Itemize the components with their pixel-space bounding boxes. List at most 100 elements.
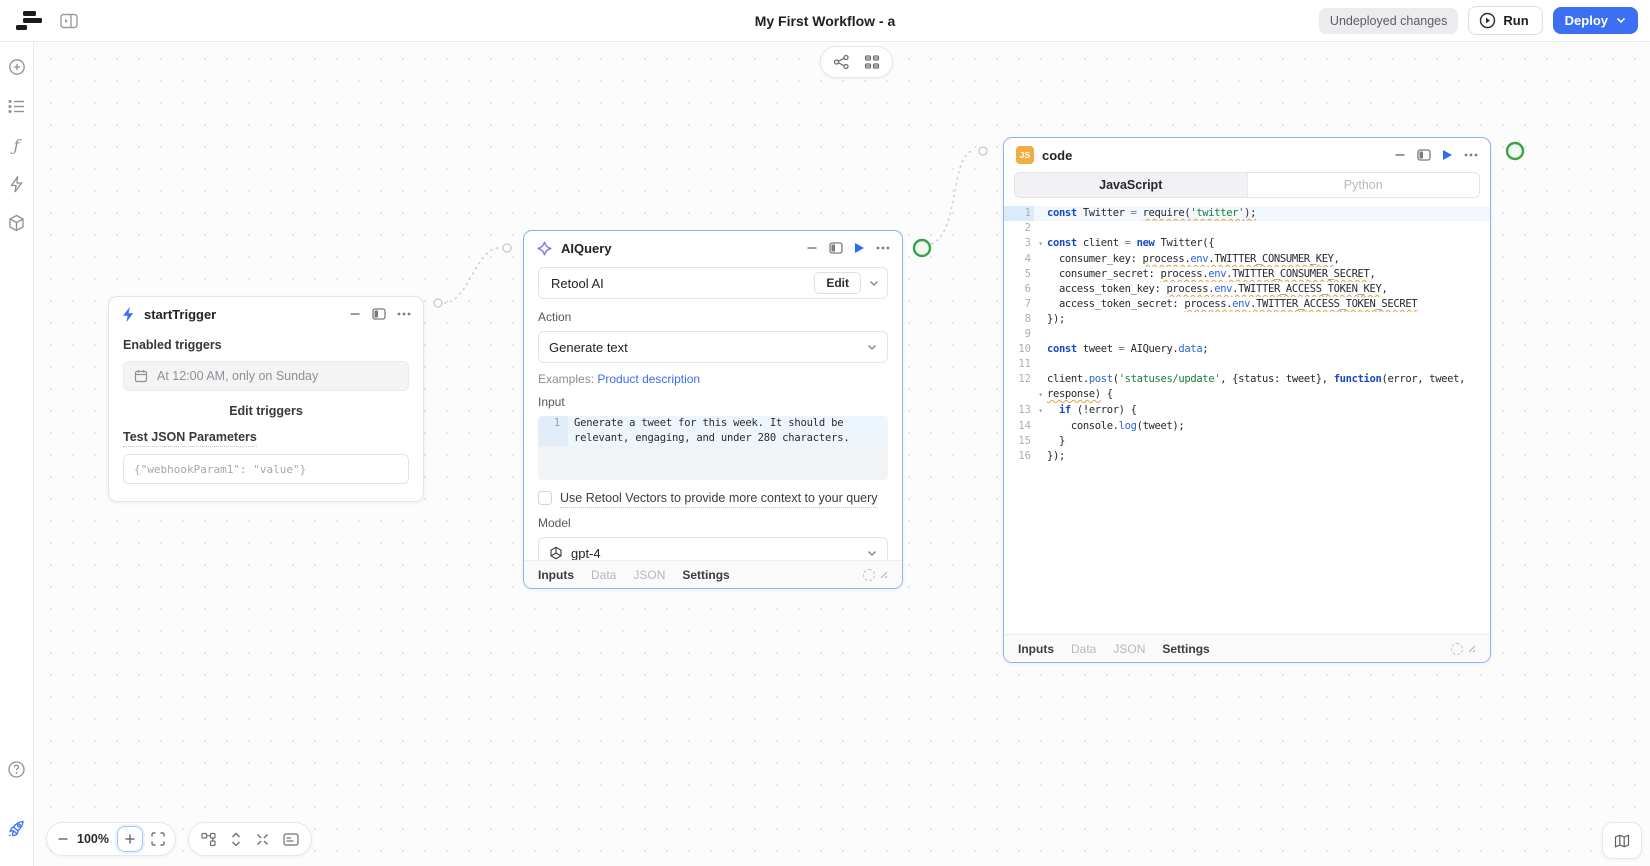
- tab-data[interactable]: Data: [591, 568, 616, 582]
- code-line[interactable]: 5 consumer_secret: process.env.TWITTER_C…: [1004, 267, 1490, 282]
- fold-gutter: [1034, 297, 1047, 312]
- rocket-icon[interactable]: [4, 815, 30, 841]
- node-code[interactable]: JS code JavaScript Python 1const Twitter…: [1003, 137, 1491, 663]
- vectors-checkbox[interactable]: [538, 491, 552, 505]
- fold-gutter: [1034, 419, 1047, 434]
- resize-grip-icon[interactable]: [1467, 644, 1476, 653]
- code-line[interactable]: 12client.post('statuses/update', {status…: [1004, 372, 1490, 387]
- code-text: [1047, 221, 1490, 236]
- expand-all-icon[interactable]: [230, 832, 242, 847]
- code-line[interactable]: 3▾const client = new Twitter({: [1004, 236, 1490, 252]
- line-number: 12: [1004, 372, 1034, 387]
- node-header[interactable]: startTrigger: [109, 297, 423, 331]
- code-line[interactable]: 1const Twitter = require('twitter');: [1004, 206, 1490, 221]
- tab-json[interactable]: JSON: [633, 568, 665, 582]
- code-line[interactable]: 9: [1004, 327, 1490, 342]
- zoom-in-icon[interactable]: [117, 826, 143, 852]
- node-start-trigger[interactable]: startTrigger Enabled triggers At 12:00 A…: [108, 296, 424, 502]
- node-aiquery[interactable]: AIQuery Retool AI Edit Action Generate t…: [523, 230, 903, 589]
- test-json-input[interactable]: {"webhookParam1": "value"}: [123, 454, 409, 484]
- retool-workflows-logo-icon[interactable]: [16, 10, 42, 32]
- prompt-editor[interactable]: 1Generate a tweet for this week. It shou…: [538, 416, 888, 480]
- tab-settings[interactable]: Settings: [1162, 642, 1209, 656]
- run-button[interactable]: Run: [1468, 6, 1542, 35]
- code-line[interactable]: 14 console.log(tweet);: [1004, 419, 1490, 434]
- fold-icon[interactable]: ▾: [1034, 387, 1047, 403]
- fit-to-screen-icon[interactable]: [151, 832, 165, 846]
- code-line[interactable]: 2: [1004, 221, 1490, 236]
- action-value: Generate text: [549, 340, 628, 355]
- toggle-left-panel-icon[interactable]: [60, 13, 78, 29]
- tab-json[interactable]: JSON: [1113, 642, 1145, 656]
- open-panel-icon[interactable]: [372, 308, 386, 320]
- tab-inputs[interactable]: Inputs: [1018, 642, 1054, 656]
- action-select[interactable]: Generate text: [538, 331, 888, 363]
- tab-inputs[interactable]: Inputs: [538, 568, 574, 582]
- code-text: console.log(tweet);: [1047, 419, 1490, 434]
- code-line[interactable]: 4 consumer_key: process.env.TWITTER_CONS…: [1004, 252, 1490, 267]
- graph-view-icon[interactable]: [833, 54, 850, 70]
- collapse-node-icon[interactable]: [1394, 149, 1406, 161]
- triggers-icon[interactable]: [4, 171, 30, 197]
- tab-data[interactable]: Data: [1071, 642, 1096, 656]
- line-number: 13: [1004, 403, 1034, 419]
- blocks-list-icon[interactable]: [4, 93, 30, 119]
- resource-name: Retool AI: [551, 276, 604, 291]
- minimap-button[interactable]: [1602, 822, 1642, 859]
- functions-icon[interactable]: ƒ: [4, 132, 30, 158]
- fold-gutter: [1034, 342, 1047, 357]
- auto-layout-icon[interactable]: [201, 832, 216, 847]
- code-line[interactable]: 8});: [1004, 312, 1490, 327]
- add-block-icon[interactable]: [4, 54, 30, 80]
- node-header[interactable]: JS code: [1004, 138, 1490, 172]
- code-text: const Twitter = require('twitter');: [1047, 206, 1490, 221]
- help-icon[interactable]: [4, 756, 30, 782]
- tab-python[interactable]: Python: [1247, 173, 1480, 197]
- openai-icon: [549, 546, 563, 560]
- node-header[interactable]: AIQuery: [524, 231, 902, 265]
- resource-selector[interactable]: Retool AI Edit: [538, 267, 888, 299]
- schedule-field[interactable]: At 12:00 AM, only on Sunday: [123, 361, 409, 391]
- block-list-view-icon[interactable]: [864, 54, 880, 70]
- line-number: 1: [538, 416, 568, 431]
- edit-resource-button[interactable]: Edit: [814, 272, 861, 294]
- open-panel-icon[interactable]: [829, 242, 843, 254]
- code-line[interactable]: 15 }: [1004, 434, 1490, 449]
- run-block-icon[interactable]: [854, 242, 865, 254]
- code-editor[interactable]: 1const Twitter = require('twitter');23▾c…: [1004, 206, 1490, 464]
- auto-run-icon[interactable]: [863, 569, 875, 581]
- zoom-out-icon[interactable]: [57, 833, 69, 845]
- chevron-down-icon[interactable]: [869, 280, 879, 287]
- console-panel-icon[interactable]: [283, 833, 299, 846]
- more-options-icon[interactable]: [1464, 153, 1478, 157]
- deploy-button[interactable]: Deploy: [1553, 7, 1638, 34]
- tab-javascript[interactable]: JavaScript: [1015, 173, 1247, 197]
- edit-triggers-button[interactable]: Edit triggers: [123, 404, 409, 418]
- code-line[interactable]: 11: [1004, 357, 1490, 372]
- run-block-icon[interactable]: [1442, 149, 1453, 161]
- collapse-node-icon[interactable]: [349, 308, 361, 320]
- fold-icon[interactable]: ▾: [1034, 236, 1047, 252]
- code-line[interactable]: 10const tweet = AIQuery.data;: [1004, 342, 1490, 357]
- collapse-all-icon[interactable]: [256, 833, 269, 846]
- fold-icon[interactable]: ▾: [1034, 403, 1047, 419]
- model-value: gpt-4: [571, 546, 601, 561]
- code-line[interactable]: 16});: [1004, 449, 1490, 464]
- auto-run-icon[interactable]: [1451, 643, 1463, 655]
- line-number: [1004, 387, 1034, 403]
- tab-settings[interactable]: Settings: [682, 568, 729, 582]
- code-line[interactable]: ▾response) {: [1004, 387, 1490, 403]
- input-label: Input: [538, 395, 888, 409]
- collapse-node-icon[interactable]: [806, 242, 818, 254]
- product-description-link[interactable]: Product description: [597, 372, 700, 386]
- chevron-down-icon: [867, 344, 877, 351]
- more-options-icon[interactable]: [876, 246, 890, 250]
- code-line[interactable]: 6 access_token_key: process.env.TWITTER_…: [1004, 282, 1490, 297]
- code-line[interactable]: 13▾ if (!error) {: [1004, 403, 1490, 419]
- line-number: 15: [1004, 434, 1034, 449]
- more-options-icon[interactable]: [397, 312, 411, 316]
- resources-icon[interactable]: [4, 210, 30, 236]
- code-line[interactable]: 7 access_token_secret: process.env.TWITT…: [1004, 297, 1490, 312]
- open-panel-icon[interactable]: [1417, 149, 1431, 161]
- resize-grip-icon[interactable]: [879, 570, 888, 579]
